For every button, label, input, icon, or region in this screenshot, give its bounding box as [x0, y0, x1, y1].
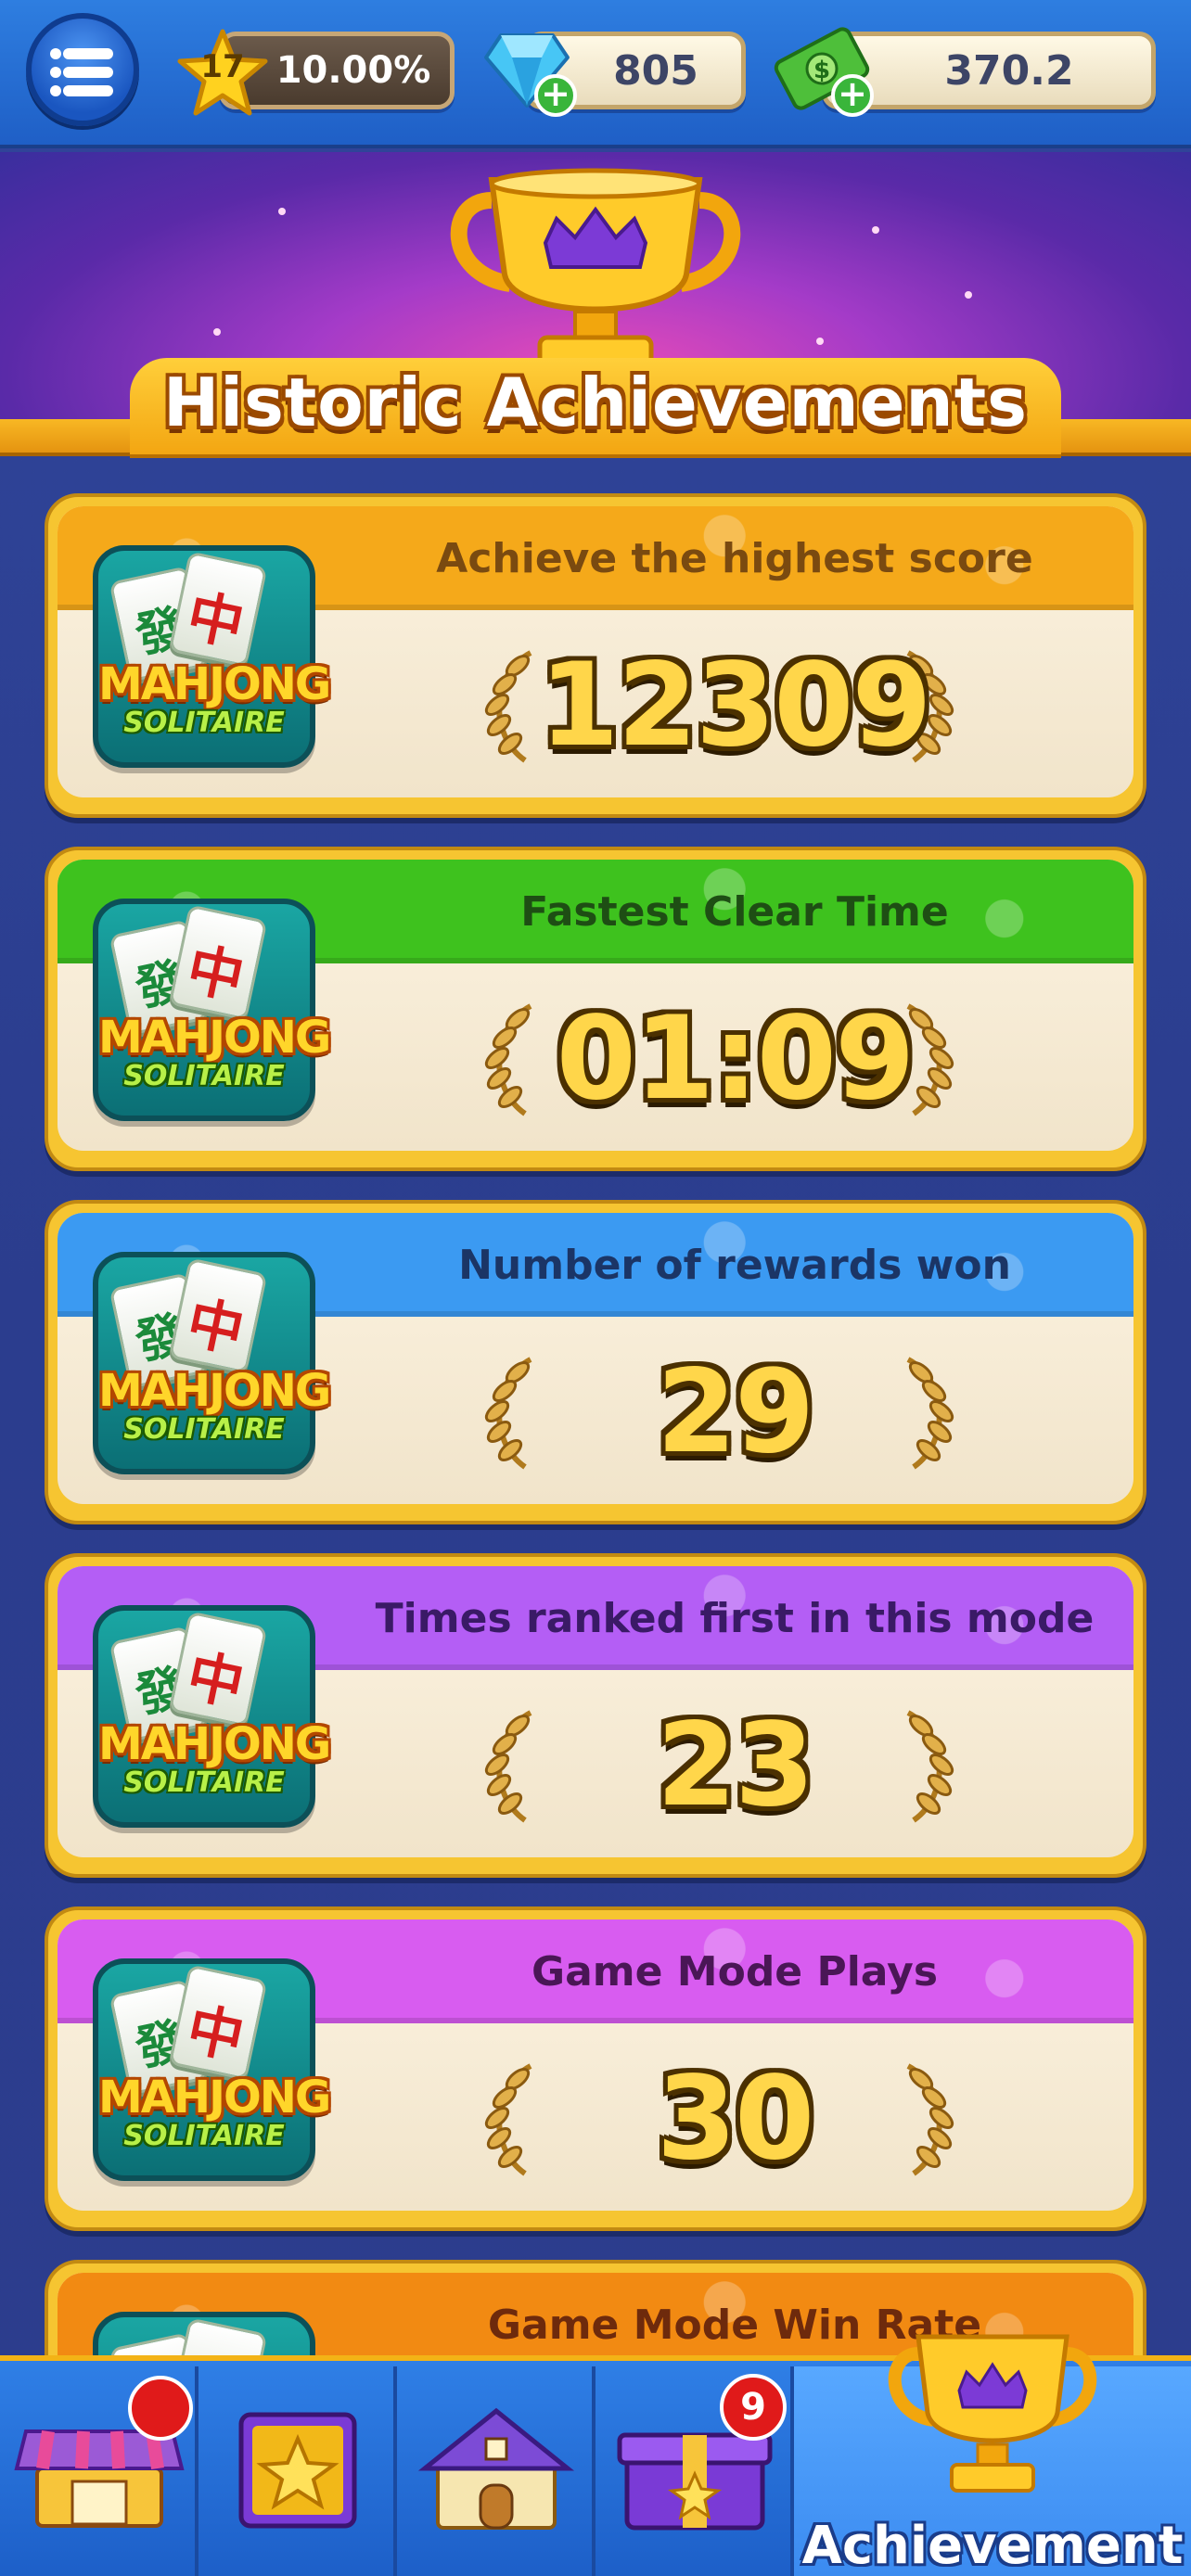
card-value: 23: [656, 1699, 815, 1832]
card-label: Achieve the highest score: [436, 534, 1033, 582]
card-value: 12309: [539, 639, 931, 772]
achievement-list: Achieve the highest score 12309 發中 MAHJONG S…: [0, 0, 1191, 2576]
mahjong-solitaire-logo: 發中MAHJONGSOLITAIRE: [93, 1958, 331, 2181]
mahjong-solitaire-logo: 發中MAHJONGSOLITAIRE: [93, 545, 331, 768]
achievement-card: Number of rewards won 29 發中 MAHJONG SOLITAIR…: [45, 1200, 1146, 1524]
shop-notification-dot: [128, 2376, 193, 2441]
nav-shop[interactable]: [0, 2366, 198, 2576]
mahjong-solitaire-logo: 發中MAHJONGSOLITAIRE: [93, 899, 331, 1121]
nav-gifts[interactable]: 9: [596, 2366, 794, 2576]
achievement-card: Game Mode Plays 30 發中 MAHJONG SOLITAIRE: [45, 1906, 1146, 2231]
card-label: Fastest Clear Time: [520, 887, 949, 936]
nav-achievement[interactable]: Achievement: [794, 2334, 1191, 2576]
gifts-badge: 9: [720, 2374, 787, 2441]
mahjong-solitaire-logo: 發中MAHJONGSOLITAIRE: [93, 1252, 331, 1474]
nav-home[interactable]: [397, 2366, 596, 2576]
house-icon: [417, 2407, 575, 2530]
card-label: Number of rewards won: [458, 1241, 1011, 1289]
star-book-icon: [238, 2412, 357, 2529]
nav-album[interactable]: [198, 2366, 397, 2576]
bottom-nav: 9 Achievement: [0, 2334, 1191, 2576]
nav-achievement-label: Achievement: [801, 2516, 1184, 2576]
card-value: 29: [656, 1345, 815, 1479]
mahjong-solitaire-logo: 發中MAHJONGSOLITAIRE: [93, 1605, 331, 1828]
achievement-card: Fastest Clear Time 01:09 發中 MAHJONG SOLITAIR…: [45, 847, 1146, 1171]
achievement-card: Times ranked first in this mode 23 發中 MAHJO…: [45, 1553, 1146, 1878]
card-value: 30: [656, 2052, 815, 2186]
trophy-icon: [888, 2334, 1097, 2493]
achievement-card: Achieve the highest score 12309 發中 MAHJONG S…: [45, 493, 1146, 818]
card-label: Game Mode Plays: [531, 1947, 939, 1996]
card-value: 01:09: [556, 992, 916, 1126]
card-label: Times ranked first in this mode: [375, 1594, 1095, 1642]
